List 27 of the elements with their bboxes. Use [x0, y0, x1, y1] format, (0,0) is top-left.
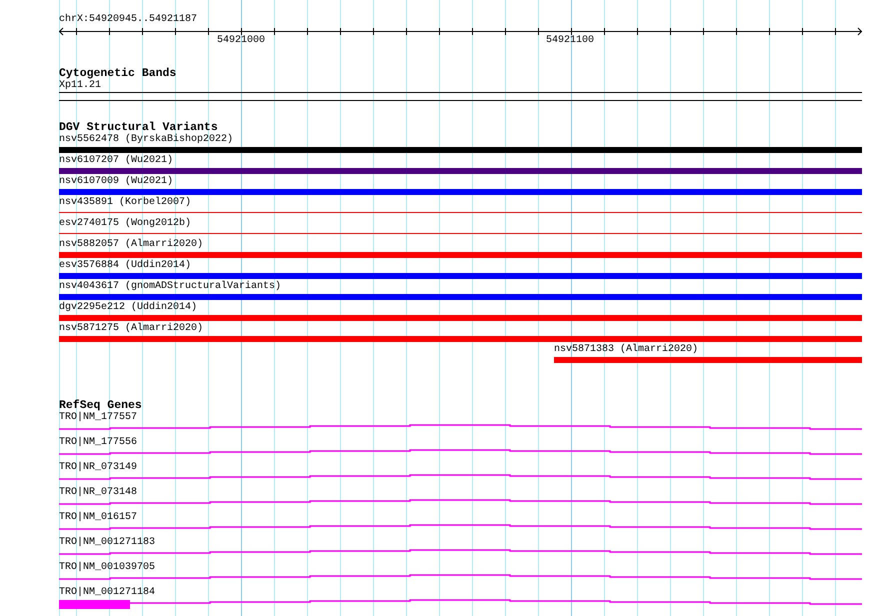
variant-label: nsv435891 (Korbel2007): [59, 197, 192, 208]
transcript-label: TRO|NM_177557: [59, 412, 138, 423]
variant-label: nsv5871275 (Almarri2020): [59, 323, 204, 334]
transcript-label: TRO|NM_001271183: [59, 537, 156, 548]
variant-label: esv3576884 (Uddin2014): [59, 260, 192, 271]
variant-label: nsv5871383 (Almarri2020): [554, 344, 698, 355]
variant-label: dgv2295e212 (Uddin2014): [59, 302, 198, 313]
track-title: DGV Structural Variants: [59, 121, 218, 134]
variant-label: esv2740175 (Wong2012b): [59, 218, 192, 229]
transcript-label: TRO|NR_073149: [59, 462, 138, 473]
transcript-label: TRO|NM_177556: [59, 437, 138, 448]
variant-label: nsv4043617 (gnomADStructuralVariants): [59, 281, 282, 292]
track-title: RefSeq Genes: [59, 399, 142, 412]
variant-label: nsv6107009 (Wu2021): [59, 176, 174, 187]
variant-label: nsv5562478 (ByrskaBishop2022): [59, 134, 234, 145]
band-label: Xp11.21: [59, 80, 102, 91]
variant-label: nsv6107207 (Wu2021): [59, 155, 174, 166]
variant-label: nsv5882057 (Almarri2020): [59, 239, 204, 250]
transcript-label: TRO|NR_073148: [59, 487, 138, 498]
position-label: chrX:54920945..54921187: [59, 14, 198, 25]
transcript-label: TRO|NM_016157: [59, 512, 138, 523]
transcript-label: TRO|NM_001271184: [59, 587, 156, 598]
tick-label: 54921100: [546, 35, 594, 47]
tick-label: 54921000: [217, 35, 265, 47]
track-title: Cytogenetic Bands: [59, 67, 176, 80]
exon-block: [59, 600, 130, 609]
transcript-label: TRO|NM_001039705: [59, 562, 156, 573]
